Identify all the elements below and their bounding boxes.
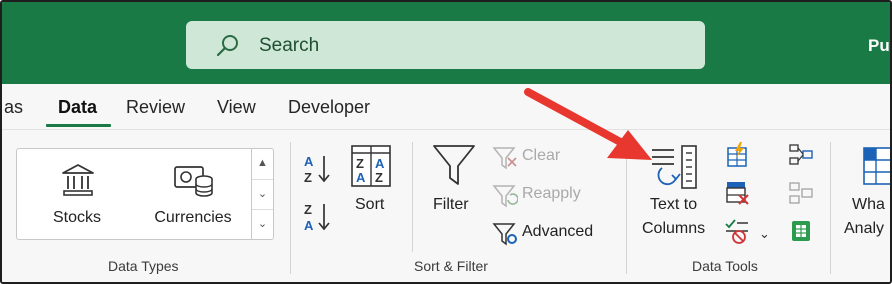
data-tools-group-label: Data Tools: [692, 258, 758, 274]
stocks-label: Stocks: [52, 209, 101, 226]
data-types-gallery: Stocks Currencies ▲ ⌄ ⌄: [16, 148, 274, 240]
stocks-button[interactable]: Stocks: [27, 149, 127, 239]
group-divider: [290, 142, 291, 274]
tab-developer[interactable]: Developer: [288, 97, 370, 118]
clear-button[interactable]: Clear: [492, 144, 602, 170]
svg-text:Z: Z: [356, 156, 364, 171]
what-if-analysis-button[interactable]: Wha Analy: [842, 142, 890, 252]
currencies-icon: [173, 163, 215, 199]
filter-label: Filter: [433, 196, 469, 213]
search-box[interactable]: Search: [186, 21, 705, 69]
svg-text:A: A: [304, 154, 314, 169]
stocks-icon: [61, 163, 95, 197]
sort-z-to-a-icon[interactable]: Z A: [302, 200, 336, 234]
group-divider: [830, 142, 831, 274]
text-to-columns-button[interactable]: Text to Columns: [634, 140, 716, 250]
advanced-filter-icon: [492, 222, 518, 246]
data-validation-icon[interactable]: [724, 218, 750, 244]
advanced-button[interactable]: Advanced: [492, 220, 612, 246]
tab-view[interactable]: View: [217, 97, 256, 118]
gallery-scrollbar[interactable]: ▲ ⌄ ⌄: [251, 149, 273, 239]
what-if-analysis-icon: [862, 146, 890, 186]
tab-data[interactable]: Data: [58, 97, 97, 118]
tab-formulas[interactable]: as: [4, 97, 23, 118]
title-bar: Search Pu: [2, 2, 890, 84]
active-tab-indicator: [46, 124, 111, 127]
sort-icon: Z A A Z: [349, 144, 393, 188]
chevron-down-icon[interactable]: ⌄: [252, 179, 273, 208]
sort-label: Sort: [355, 196, 385, 213]
relationships-icon[interactable]: [788, 180, 814, 206]
flash-fill-icon[interactable]: [724, 142, 750, 168]
search-label: Search: [259, 35, 320, 56]
text-to-columns-label-line2: Columns: [642, 220, 706, 237]
user-name[interactable]: Pu: [868, 36, 890, 56]
filter-button[interactable]: Filter: [426, 140, 484, 232]
search-icon: [215, 33, 241, 59]
svg-text:A: A: [375, 156, 385, 171]
what-if-label-line2: Analy: [844, 220, 885, 237]
data-types-group-label: Data Types: [108, 258, 179, 274]
excel-window: Search Pu as Data Review View Developer: [0, 0, 892, 284]
reapply-label: Reapply: [522, 185, 581, 202]
svg-text:Z: Z: [304, 170, 312, 185]
currencies-button[interactable]: Currencies: [143, 149, 243, 239]
sort-filter-group-label: Sort & Filter: [414, 258, 488, 274]
clear-label: Clear: [522, 147, 561, 164]
text-to-columns-icon: [650, 144, 702, 190]
clear-filter-icon: [492, 146, 518, 170]
tab-review[interactable]: Review: [126, 97, 185, 118]
chevron-down-icon[interactable]: ⌄: [759, 226, 770, 242]
gallery-expand-icon[interactable]: ⌄: [252, 209, 273, 238]
reapply-button[interactable]: Reapply: [492, 182, 602, 208]
what-if-label-line1: Wha: [852, 196, 885, 213]
group-divider: [626, 142, 627, 274]
sort-a-to-z-icon[interactable]: A Z: [302, 152, 336, 186]
svg-text:A: A: [356, 170, 366, 185]
sort-button[interactable]: Z A A Z Sort: [346, 142, 400, 232]
ribbon-tabs: as Data Review View Developer: [2, 84, 890, 130]
svg-text:Z: Z: [375, 170, 383, 185]
svg-text:A: A: [304, 218, 314, 233]
filter-funnel-icon: [432, 144, 476, 188]
manage-data-model-icon[interactable]: [788, 218, 814, 244]
sort-divider: [412, 142, 413, 252]
currencies-label: Currencies: [154, 209, 232, 226]
svg-text:Z: Z: [304, 202, 312, 217]
ribbon-body: Stocks Currencies ▲ ⌄ ⌄ Data Types A Z Z…: [2, 130, 890, 282]
chevron-up-icon[interactable]: ▲: [252, 149, 273, 178]
advanced-label: Advanced: [522, 223, 594, 240]
consolidate-icon[interactable]: [788, 142, 814, 168]
reapply-icon: [492, 184, 518, 208]
remove-duplicates-icon[interactable]: [724, 180, 750, 206]
text-to-columns-label-line1: Text to: [650, 196, 698, 213]
